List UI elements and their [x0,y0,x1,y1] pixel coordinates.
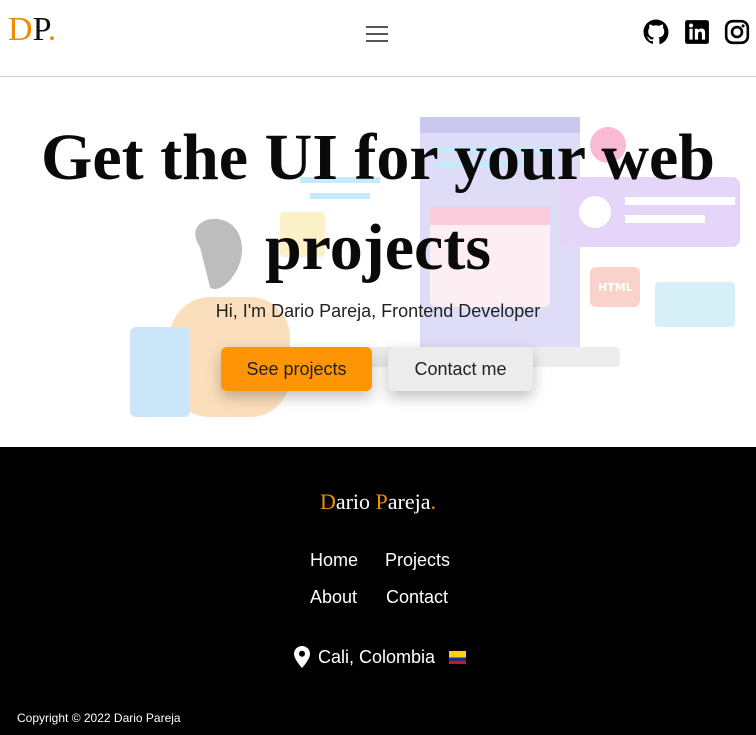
hero-subtitle: Hi, I'm Dario Pareja, Frontend Developer [215,301,541,321]
hamburger-menu-icon[interactable] [366,26,388,44]
map-pin-icon [294,646,310,668]
site-header: DP. [0,0,756,77]
see-projects-button[interactable]: See projects [221,347,372,391]
logo[interactable]: DP. [8,10,56,50]
footer-brand: Dario Pareja. [319,489,437,514]
contact-me-button[interactable]: Contact me [388,347,533,391]
footer-nav-home[interactable]: Home [310,550,358,571]
hero-title: Get the UI for your web projects [41,121,715,284]
location-text: Cali, Colombia [318,646,436,667]
footer-nav-about[interactable]: About [310,587,357,608]
footer-nav-contact[interactable]: Contact [386,587,448,608]
location: Cali, Colombia [294,643,467,671]
colombia-flag-icon [449,650,467,664]
copyright: Copyright © 2022 Dario Pareja [17,711,181,725]
instagram-icon[interactable] [724,18,750,46]
site-footer: Dario Pareja. Home Projects About Contac… [0,447,756,735]
linkedin-icon[interactable] [684,18,710,46]
github-icon[interactable] [643,18,669,46]
hero-section: HTML Get the UI for your web projects Hi… [0,77,756,447]
footer-nav-projects[interactable]: Projects [385,550,450,571]
